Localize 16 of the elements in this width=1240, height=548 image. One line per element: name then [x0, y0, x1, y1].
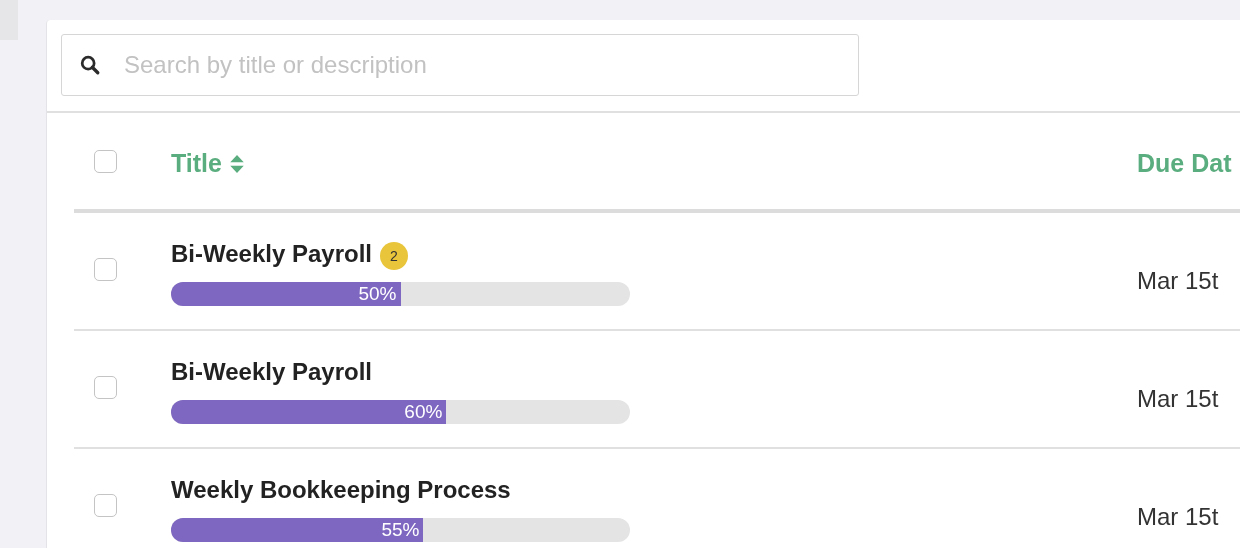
progress-label: 50%: [358, 283, 397, 305]
checkbox[interactable]: [94, 375, 117, 399]
due-date: Mar 15t: [1137, 385, 1219, 413]
checkbox[interactable]: [94, 150, 117, 173]
checkbox[interactable]: [94, 257, 117, 281]
search-field[interactable]: Search by title or description: [61, 34, 859, 96]
checkbox[interactable]: [94, 493, 117, 517]
due-date: Mar 15t: [1137, 503, 1219, 531]
task-title[interactable]: Bi-Weekly Payroll: [171, 358, 372, 386]
count-badge: 2: [380, 242, 408, 270]
progress-label: 60%: [404, 401, 443, 423]
task-title[interactable]: Bi-Weekly Payroll: [171, 240, 372, 268]
progress-label: 55%: [381, 519, 420, 541]
task-title[interactable]: Weekly Bookkeeping Process: [171, 476, 511, 504]
sort-icon: [229, 154, 244, 173]
due-date: Mar 15t: [1137, 267, 1219, 295]
